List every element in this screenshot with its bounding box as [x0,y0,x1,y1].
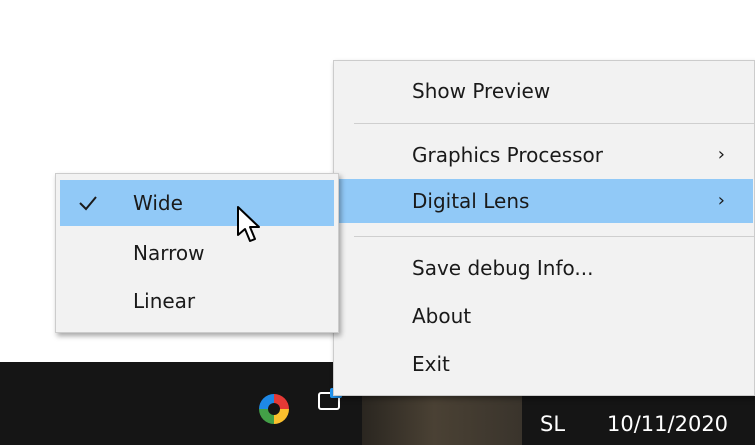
menu-item-save-debug-info[interactable]: Save debug Info... [335,246,753,290]
menu-item-show-preview[interactable]: Show Preview [335,69,753,113]
menu-item-label: Exit [412,352,450,376]
menu-separator [354,236,754,237]
chevron-right-icon: › [717,190,725,211]
menu-item-label: Graphics Processor [412,143,604,167]
tray-app-icon[interactable] [259,394,289,424]
tray-date[interactable]: 10/11/2020 [607,412,728,436]
menu-item-label: About [412,304,472,328]
context-menu: Show Preview Graphics Processor › Digita… [333,60,755,396]
checkmark-icon [78,180,98,226]
mouse-cursor-icon [237,206,260,242]
screen: SL 10/11/2020 Show Preview Graphics Proc… [0,0,755,445]
menu-item-label: Save debug Info... [412,256,594,280]
tray-language-indicator[interactable]: SL [540,412,565,436]
submenu-item-label: Narrow [133,241,205,265]
menu-item-label: Show Preview [412,79,551,103]
menu-item-digital-lens[interactable]: Digital Lens › [335,179,753,223]
menu-item-about[interactable]: About [335,294,753,338]
submenu-item-wide[interactable]: Wide [60,180,334,226]
menu-item-label: Digital Lens [412,189,530,213]
submenu-item-label: Linear [133,289,196,313]
menu-separator [354,123,754,124]
submenu-item-narrow[interactable]: Narrow [60,230,334,276]
digital-lens-submenu: Wide Narrow Linear [55,173,339,333]
menu-item-graphics-processor[interactable]: Graphics Processor › [335,133,753,177]
submenu-item-label: Wide [133,191,183,215]
chevron-right-icon: › [717,144,725,165]
menu-item-exit[interactable]: Exit [335,342,753,386]
submenu-item-linear[interactable]: Linear [60,278,334,324]
